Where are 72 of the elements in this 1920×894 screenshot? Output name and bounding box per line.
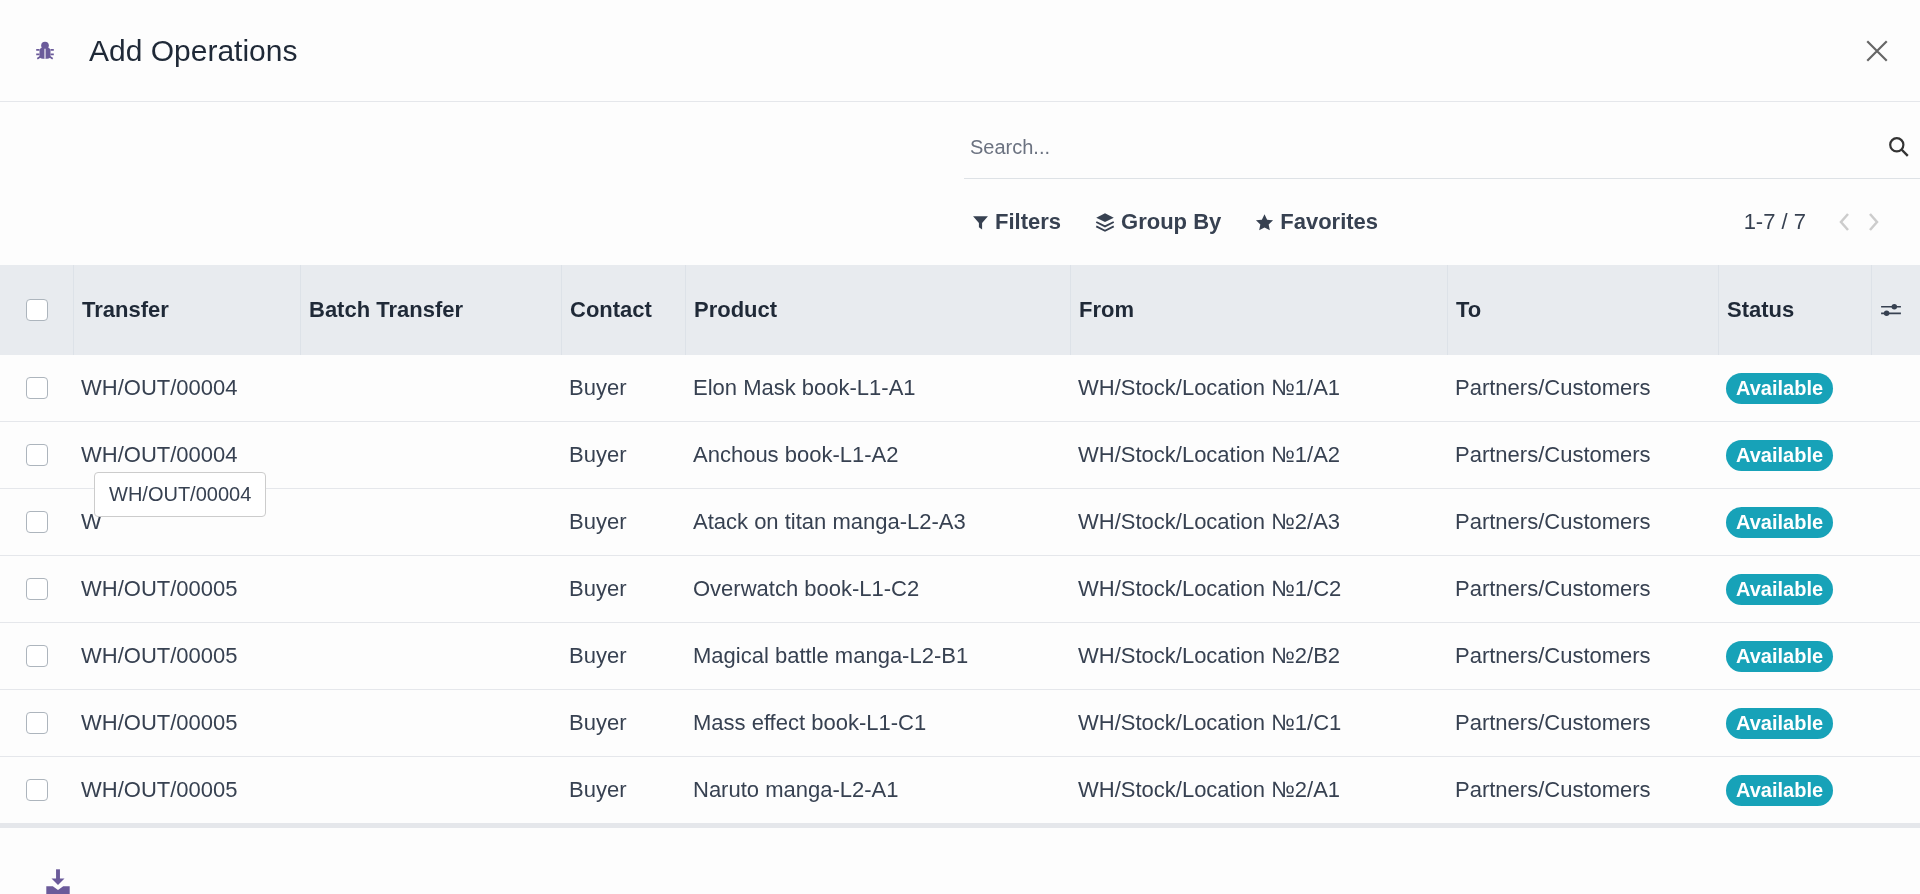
table-cell: Partners/Customers — [1455, 442, 1651, 468]
table-cell: WH/OUT/00005 — [81, 710, 238, 736]
dialog-title: Add Operations — [89, 33, 298, 68]
pager-value: 1-7 / 7 — [1743, 209, 1806, 235]
favorites-button[interactable]: Favorites — [1247, 203, 1387, 241]
search-field[interactable]: Search... — [964, 135, 1888, 159]
layers-icon — [1095, 212, 1116, 232]
table-cell: Partners/Customers — [1455, 643, 1651, 669]
table-cell: Partners/Customers — [1455, 576, 1651, 602]
table-cell: Anchous book-L1-A2 — [693, 442, 899, 468]
table-cell: Partners/Customers — [1455, 777, 1651, 803]
column-header[interactable]: Status — [1727, 297, 1795, 323]
status-badge: Available — [1726, 640, 1834, 672]
row-checkbox[interactable] — [25, 511, 48, 533]
column-header[interactable]: Contact — [570, 297, 652, 323]
table-cell: Buyer — [569, 576, 627, 602]
table-cell: WH/Stock/Location №1/A2 — [1078, 442, 1341, 468]
row-checkbox[interactable] — [25, 645, 48, 667]
table-cell: Buyer — [569, 710, 627, 736]
table-cell: Buyer — [569, 509, 627, 535]
row-checkbox[interactable] — [25, 712, 48, 734]
table-cell: WH/Stock/Location №1/A1 — [1078, 375, 1341, 401]
table-cell: WH/Stock/Location №1/C2 — [1078, 576, 1342, 602]
star-icon — [1255, 212, 1275, 232]
search-icon — [1888, 136, 1910, 158]
table-cell: WH/OUT/00004 — [81, 375, 238, 401]
next-page-icon[interactable] — [1868, 212, 1880, 232]
filter-icon — [972, 213, 989, 231]
row-checkbox[interactable] — [25, 444, 48, 466]
download-tray-icon[interactable] — [45, 868, 71, 894]
column-header[interactable]: To — [1456, 297, 1482, 323]
table-cell: Naruto manga-L2-A1 — [693, 777, 899, 803]
status-badge: Available — [1726, 372, 1834, 404]
bug-icon — [34, 39, 56, 62]
row-checkbox[interactable] — [25, 578, 48, 600]
table-cell: Buyer — [569, 643, 627, 669]
status-badge: Available — [1726, 774, 1834, 806]
table-cell: Partners/Customers — [1455, 509, 1651, 535]
table-cell: Mass effect book-L1-C1 — [693, 710, 927, 736]
status-badge: Available — [1726, 506, 1834, 538]
column-header[interactable]: Product — [694, 297, 778, 323]
table-cell: Magical battle manga-L2-B1 — [693, 643, 969, 669]
table-cell: WH/Stock/Location №2/A1 — [1078, 777, 1341, 803]
table-cell: WH/OUT/00005 — [81, 777, 238, 803]
tooltip: WH/OUT/00004 — [94, 472, 267, 517]
previous-page-icon[interactable] — [1838, 212, 1850, 232]
table-cell: Overwatch book-L1-C2 — [693, 576, 920, 602]
filters-button[interactable]: Filters — [964, 203, 1070, 241]
table-cell: Partners/Customers — [1455, 710, 1651, 736]
column-header[interactable]: Batch Transfer — [309, 297, 464, 323]
table-cell: Buyer — [569, 442, 627, 468]
table-cell: WH/OUT/00005 — [81, 643, 238, 669]
column-settings-icon[interactable] — [1880, 301, 1902, 319]
table-cell: WH/Stock/Location №1/C1 — [1078, 710, 1342, 736]
table-cell: Partners/Customers — [1455, 375, 1651, 401]
select-all-checkbox[interactable] — [25, 299, 48, 321]
column-header[interactable]: Transfer — [82, 297, 169, 323]
column-header[interactable]: From — [1079, 297, 1134, 323]
table-cell: WH/Stock/Location №2/A3 — [1078, 509, 1341, 535]
status-badge: Available — [1726, 707, 1834, 739]
table-cell: WH/OUT/00005 — [81, 576, 238, 602]
status-badge: Available — [1726, 573, 1834, 605]
row-checkbox[interactable] — [25, 377, 48, 399]
group-by-button[interactable]: Group By — [1087, 203, 1230, 241]
table-cell: WH/Stock/Location №2/B2 — [1078, 643, 1341, 669]
table-cell: Buyer — [569, 375, 627, 401]
table-cell: WH/OUT/00004 — [81, 442, 238, 468]
table-cell: Buyer — [569, 777, 627, 803]
table-cell: Elon Mask book-L1-A1 — [693, 375, 916, 401]
row-checkbox[interactable] — [25, 779, 48, 801]
table-cell: Atack on titan manga-L2-A3 — [693, 509, 966, 535]
status-badge: Available — [1726, 439, 1834, 471]
